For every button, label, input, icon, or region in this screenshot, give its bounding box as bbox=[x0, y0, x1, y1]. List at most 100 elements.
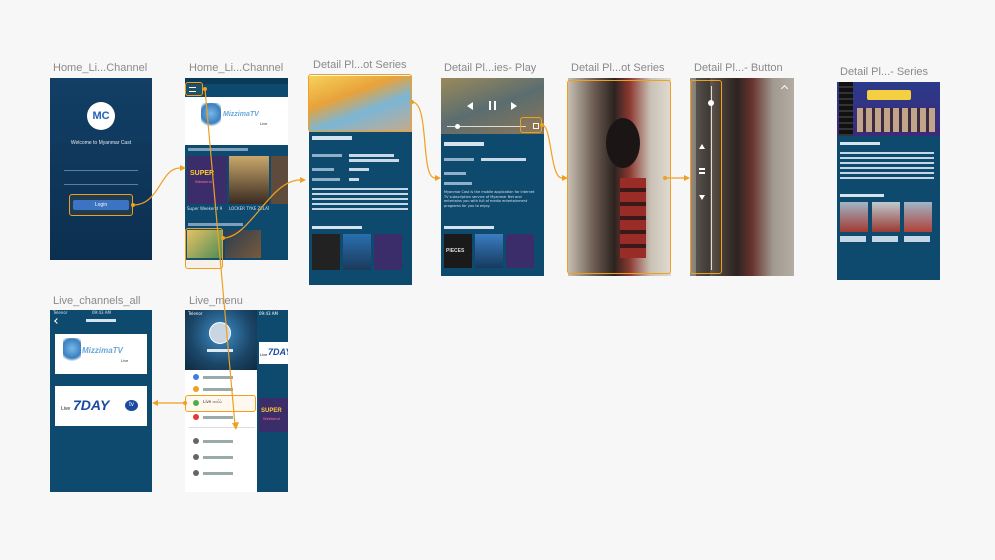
gear-icon bbox=[193, 454, 199, 460]
seek-knob[interactable] bbox=[455, 124, 460, 129]
thumb-super-weekend[interactable]: SUPER Weekend bbox=[187, 156, 227, 204]
side-weekend-text: Weekend bbox=[263, 416, 280, 421]
user-name bbox=[207, 349, 233, 352]
related-thumb-3[interactable] bbox=[374, 234, 402, 270]
artboard-label-detail-series: Detail Pl...- Series bbox=[840, 66, 929, 78]
thumb-series-2[interactable] bbox=[225, 230, 261, 258]
cast-photo bbox=[857, 108, 935, 132]
menu-item-home-label bbox=[203, 375, 233, 379]
menu-item-about-label bbox=[203, 471, 233, 475]
artboard-label-detail-button: Detail Pl...- Button bbox=[694, 62, 783, 74]
super-text: SUPER bbox=[190, 170, 215, 177]
hotspot-series-thumb bbox=[185, 228, 223, 269]
section-related bbox=[444, 226, 494, 229]
brand-logo-sub: Live bbox=[260, 121, 268, 126]
episode-thumb-1[interactable] bbox=[840, 202, 868, 232]
menu-item-about[interactable] bbox=[193, 470, 233, 476]
detail-title bbox=[444, 142, 484, 146]
mascot-icon bbox=[63, 338, 81, 368]
section-related bbox=[312, 226, 362, 229]
series-title bbox=[840, 142, 880, 145]
menu-item-series-label bbox=[203, 387, 233, 391]
thumb-person[interactable] bbox=[229, 156, 269, 204]
info-icon bbox=[193, 470, 199, 476]
brand-banner[interactable]: MizzimaTV Live bbox=[185, 97, 288, 145]
detail-line-1 bbox=[312, 154, 342, 157]
series-poster[interactable] bbox=[837, 82, 940, 136]
thumb-caption-2: LOCKER TYKE ZELAT bbox=[229, 206, 269, 211]
section-title-2 bbox=[188, 223, 243, 226]
menu-divider bbox=[189, 427, 255, 428]
hotspot-login bbox=[69, 194, 133, 216]
menu-item-home[interactable] bbox=[193, 374, 233, 380]
menu-header: Telenor bbox=[185, 310, 257, 370]
episode-thumb-3[interactable] bbox=[904, 202, 932, 232]
related-thumb-pieces[interactable]: PIECES bbox=[444, 234, 472, 268]
favorite-icon bbox=[193, 414, 199, 420]
info-paragraph: Myanmar Cast is the mobile application f… bbox=[444, 190, 535, 208]
channel-1-logo: MizzimaTV bbox=[82, 346, 123, 355]
side-live: Live bbox=[260, 352, 268, 357]
related-thumb-3[interactable] bbox=[506, 234, 534, 268]
welcome-text: Welcome to Myanmar Cast bbox=[70, 140, 132, 146]
side-7day: Live 7DAY bbox=[259, 342, 288, 364]
side-super: SUPER Weekend bbox=[259, 398, 288, 432]
detail-line-2b bbox=[349, 168, 369, 171]
channel-2-prefix: Live bbox=[61, 406, 71, 412]
forward-icon[interactable] bbox=[511, 102, 517, 110]
detail-title bbox=[312, 136, 352, 140]
arrow-detail bbox=[300, 177, 306, 183]
artboard-label-home-2: Home_Li...Channel bbox=[189, 62, 284, 74]
menu-item-settings[interactable] bbox=[193, 454, 233, 460]
related-thumb-2[interactable] bbox=[475, 234, 503, 268]
password-line[interactable] bbox=[64, 184, 138, 185]
brand-logo: MizzimaTV bbox=[223, 111, 259, 118]
detail-line-3b bbox=[349, 178, 359, 181]
episodes-title bbox=[840, 194, 884, 197]
detail-line-b bbox=[444, 172, 466, 175]
related-thumb-1[interactable] bbox=[312, 234, 340, 270]
pieces-text: PIECES bbox=[446, 248, 465, 254]
pause-icon[interactable] bbox=[489, 101, 496, 110]
status-carrier: Telenor bbox=[188, 311, 203, 316]
series-icon bbox=[193, 386, 199, 392]
status-carrier: Telenor bbox=[53, 310, 68, 315]
username-line[interactable] bbox=[64, 170, 138, 171]
logo-icon: MC bbox=[87, 102, 115, 130]
episode-thumb-2[interactable] bbox=[872, 202, 900, 232]
hotspot-live-item bbox=[185, 395, 256, 412]
channel-7day[interactable]: Live 7DAY tv bbox=[55, 386, 147, 426]
channel-2-logo: 7DAY bbox=[73, 397, 110, 413]
side-super-text: SUPER bbox=[261, 408, 282, 414]
section-title bbox=[188, 148, 248, 151]
detail-line-3 bbox=[312, 178, 340, 181]
side-7day-text: 7DAY bbox=[268, 347, 288, 357]
hotspot-controls bbox=[690, 80, 722, 274]
menu-item-series[interactable] bbox=[193, 386, 233, 392]
detail-line-1c bbox=[349, 159, 399, 162]
channel-mizzima[interactable]: MizzimaTV Live bbox=[55, 334, 147, 374]
menu-item-language[interactable] bbox=[193, 438, 233, 444]
status-time: 09:43 AM bbox=[259, 311, 278, 316]
screen-live-channels[interactable]: Telenor 09:43 AM MizzimaTV Live Live 7DA… bbox=[50, 310, 152, 492]
menu-item-favorites[interactable] bbox=[193, 414, 233, 420]
episode-captions bbox=[840, 236, 932, 242]
screen-detail-play[interactable]: Myanmar Cast is the mobile application f… bbox=[441, 78, 544, 276]
detail-desc bbox=[312, 188, 408, 210]
screen-splash[interactable]: MC Welcome to Myanmar Cast Login bbox=[50, 78, 152, 260]
menu-item-fav-label bbox=[203, 415, 233, 419]
weekend-text: Weekend bbox=[195, 179, 212, 184]
back-icon[interactable] bbox=[54, 318, 60, 324]
thumb-caption-1: Super Weekend 9 bbox=[187, 206, 223, 211]
film-strip-left bbox=[839, 82, 853, 136]
rewind-icon[interactable] bbox=[467, 102, 473, 110]
thumb-partial[interactable] bbox=[271, 156, 288, 204]
arrow-channels bbox=[152, 400, 158, 406]
series-title-art bbox=[867, 90, 911, 100]
hotspot-video-frame bbox=[567, 80, 671, 274]
related-thumb-2[interactable] bbox=[343, 234, 371, 270]
detail-line-c bbox=[444, 182, 472, 185]
avatar[interactable] bbox=[209, 322, 231, 344]
screen-detail-series[interactable] bbox=[837, 82, 940, 280]
hotspot-fullscreen bbox=[520, 117, 542, 133]
